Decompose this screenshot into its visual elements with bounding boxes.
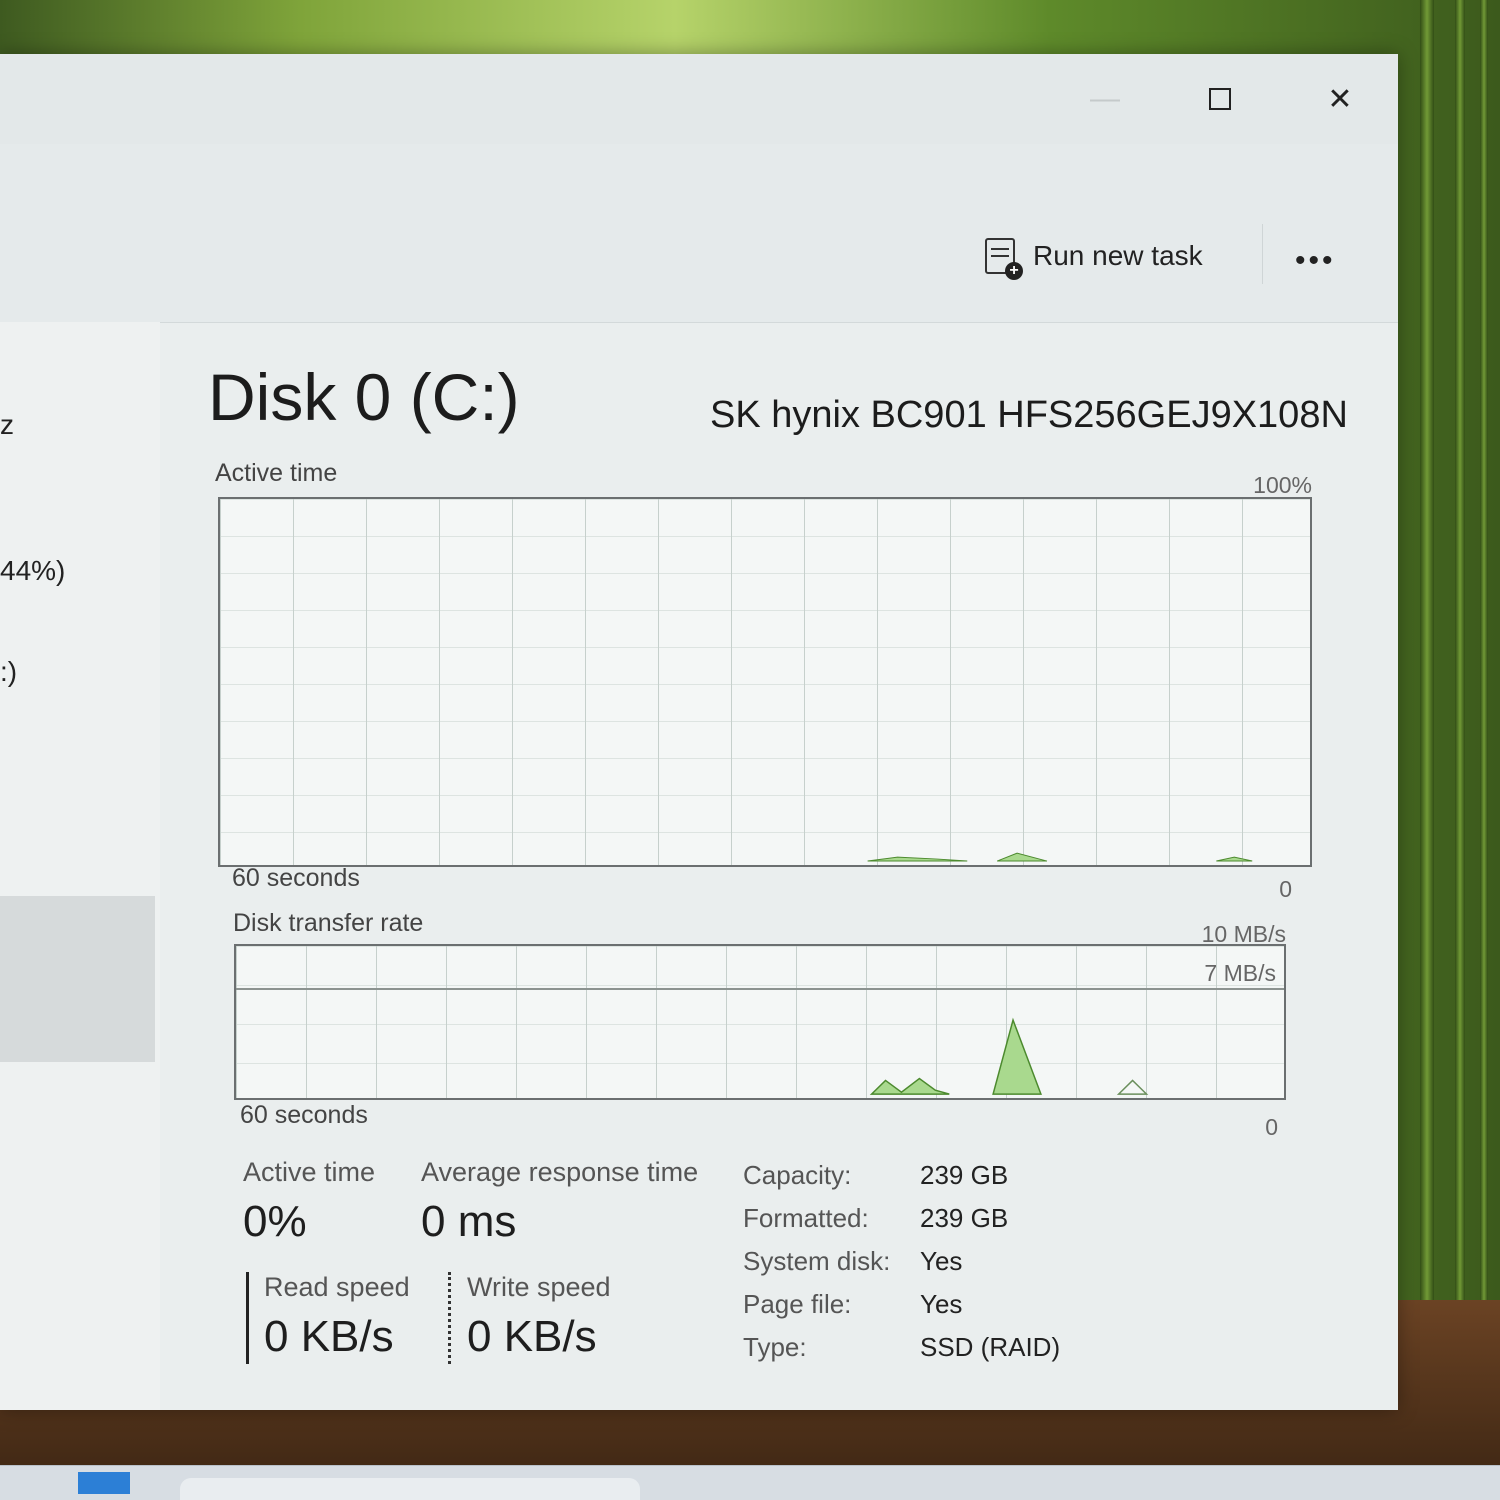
capacity-value: 239 GB — [920, 1160, 1009, 1190]
transfer-rate-area — [1116, 1079, 1149, 1095]
run-new-task-label: Run new task — [1033, 240, 1203, 271]
close-button[interactable]: ✕ — [1310, 74, 1370, 124]
close-icon: ✕ — [1327, 82, 1353, 116]
active-time-area — [867, 856, 968, 862]
maximize-icon — [1209, 88, 1231, 110]
active-time-stat-label: Active time — [243, 1157, 376, 1187]
system-disk-value: Yes — [920, 1246, 963, 1276]
sidebar-item-disk-label[interactable]: :) — [0, 656, 17, 688]
active-time-min-label: 0 — [1279, 876, 1292, 902]
add-badge-icon: + — [1005, 262, 1023, 280]
sidebar-item-fragment[interactable]: 44%) — [0, 555, 65, 587]
wallpaper-bamboo — [1420, 0, 1434, 1500]
disk-model: SK hynix BC901 HFS256GEJ9X108N — [710, 394, 1348, 436]
taskbar — [0, 1465, 1500, 1500]
transfer-rate-graph-label: Disk transfer rate — [233, 909, 424, 937]
performance-sidebar: z 44%) :) — [0, 322, 160, 1410]
active-time-graph-label: Active time — [215, 459, 338, 487]
page-file-label: Page file: — [743, 1289, 852, 1319]
transfer-rate-span-label: 60 seconds — [240, 1101, 368, 1129]
minimize-icon: — — [1090, 82, 1120, 115]
taskbar-search[interactable] — [180, 1478, 640, 1500]
transfer-rate-min-label: 0 — [1265, 1114, 1278, 1140]
page-title: Disk 0 (C:) — [208, 360, 520, 434]
type-label: Type: — [743, 1332, 807, 1362]
transfer-rate-area — [869, 1077, 950, 1095]
page-file-value: Yes — [920, 1289, 963, 1319]
wallpaper-bamboo — [1480, 0, 1488, 1500]
avg-response-value: 0 ms — [421, 1197, 517, 1246]
run-new-task-button[interactable]: + Run new task — [985, 234, 1203, 280]
transfer-rate-graph: 7 MB/s — [234, 944, 1286, 1100]
start-icon[interactable] — [78, 1472, 130, 1494]
maximize-button[interactable] — [1190, 74, 1250, 124]
avg-response-label: Average response time — [421, 1157, 699, 1187]
read-speed-label: Read speed — [264, 1272, 410, 1302]
active-time-area — [996, 852, 1048, 862]
run-task-icon: + — [985, 238, 1023, 280]
transfer-rate-plot — [869, 1017, 1149, 1095]
more-options-button[interactable]: ••• — [1295, 244, 1336, 278]
read-speed-indicator — [246, 1272, 249, 1364]
active-time-graph — [218, 497, 1312, 867]
write-speed-label: Write speed — [467, 1272, 611, 1302]
system-disk-label: System disk: — [743, 1246, 891, 1276]
minimize-button[interactable]: — — [1075, 74, 1135, 124]
active-time-area — [1216, 856, 1253, 862]
read-speed-value: 0 KB/s — [264, 1312, 394, 1361]
active-time-plot — [867, 852, 1253, 862]
wallpaper-bamboo — [1455, 0, 1465, 1500]
formatted-value: 239 GB — [920, 1203, 1009, 1233]
command-bar-divider — [1262, 224, 1263, 284]
type-value: SSD (RAID) — [920, 1332, 1061, 1362]
title-bar: — ✕ — [0, 54, 1398, 144]
transfer-rate-peak — [992, 1017, 1042, 1095]
write-speed-value: 0 KB/s — [467, 1312, 597, 1361]
write-speed-indicator — [448, 1272, 451, 1364]
active-time-span-label: 60 seconds — [232, 864, 360, 892]
sidebar-item-disk-selected[interactable] — [0, 896, 155, 1062]
capacity-label: Capacity: — [743, 1160, 852, 1190]
formatted-label: Formatted: — [743, 1203, 869, 1233]
active-time-stat-value: 0% — [243, 1197, 307, 1246]
sidebar-item-fragment[interactable]: z — [0, 409, 14, 441]
task-manager-window: — ✕ + Run new task ••• z 44%) :) Disk 0 … — [0, 54, 1398, 1410]
active-time-max-label: 100% — [1253, 472, 1312, 498]
